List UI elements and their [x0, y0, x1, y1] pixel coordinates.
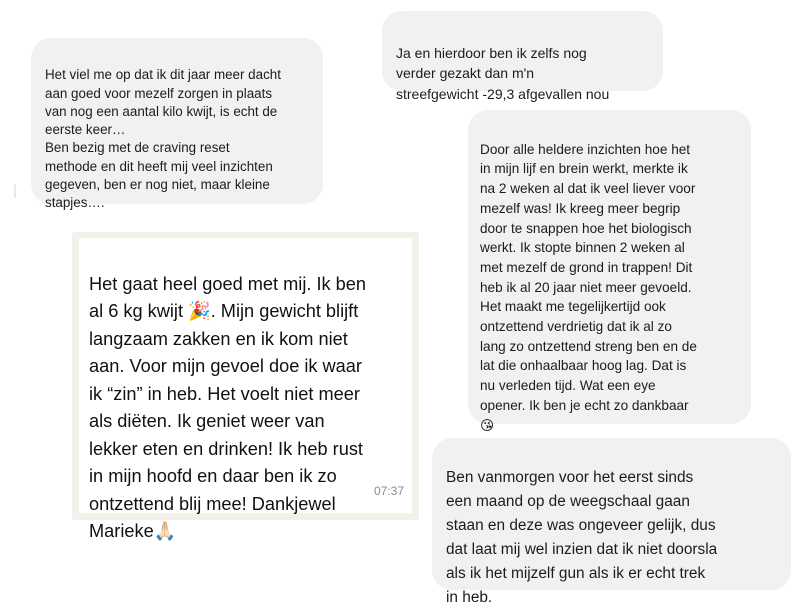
message-text: Het viel me op dat ik dit jaar meer dach…: [45, 67, 281, 211]
whatsapp-screenshot: Het gaat heel goed met mij. Ik ben al 6 …: [72, 232, 419, 541]
message-timestamp: 07:37: [373, 483, 404, 498]
message-text: Het gaat heel goed met mij. Ik ben al 6 …: [89, 273, 367, 542]
whatsapp-message-bubble: Het gaat heel goed met mij. Ik ben al 6 …: [79, 238, 412, 541]
message-text: Door alle heldere inzichten hoe het in m…: [480, 141, 697, 433]
message-text: Ben vanmorgen voor het eerst sinds een m…: [446, 469, 718, 606]
message-bubble-right-middle: Door alle heldere inzichten hoe het in m…: [468, 110, 751, 433]
edge-divider: [14, 184, 16, 198]
message-bubble-right-bottom: Ben vanmorgen voor het eerst sinds een m…: [432, 438, 791, 606]
message-bubble-right-top: Ja en hierdoor ben ik zelfs nog verder g…: [382, 11, 663, 102]
message-bubble-left-top: Het viel me op dat ik dit jaar meer dach…: [31, 38, 323, 210]
message-text: Ja en hierdoor ben ik zelfs nog verder g…: [396, 44, 610, 102]
